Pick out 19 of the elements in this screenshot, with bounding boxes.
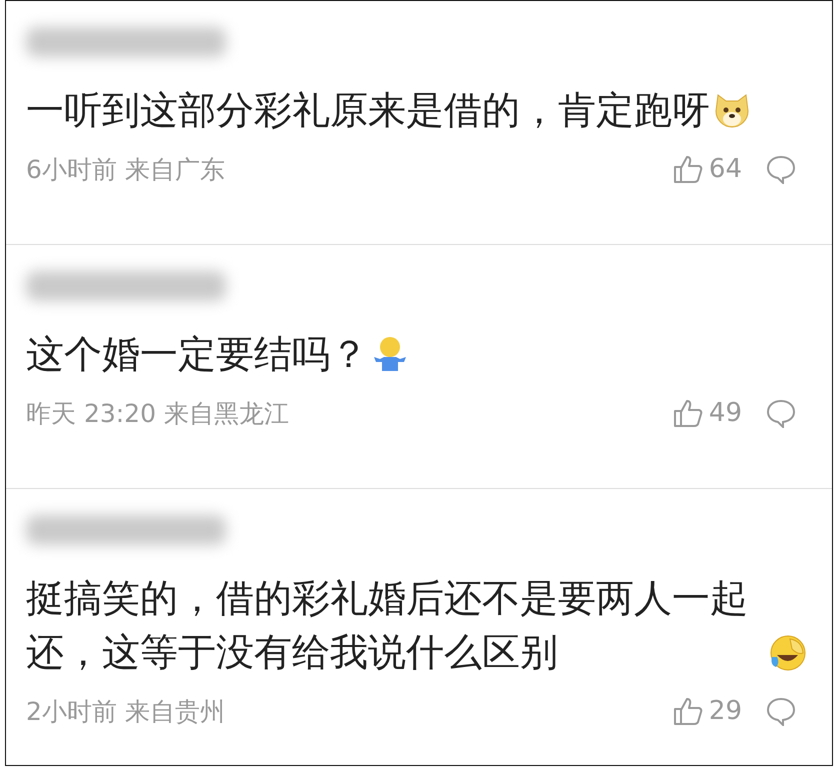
thumbs-up-icon [672,154,703,184]
comment-location: 来自黑龙江 [164,398,289,430]
like-button[interactable]: 29 [672,696,742,726]
comment-bubble-icon[interactable] [766,696,796,726]
comment-location: 来自贵州 [124,696,225,728]
comment-time: 2小时前 [26,696,117,728]
comment-text: 挺搞笑的，借的彩礼婚后还不是要两人一起还，这等于没有给我说什么区别 [26,575,749,676]
comment-time: 6小时前 [26,154,117,186]
like-button[interactable]: 49 [672,398,742,428]
laughing-face-icon [768,633,808,673]
comment-time: 昨天 23:20 [26,398,156,430]
comment-location: 来自广东 [124,154,225,186]
comment-text: 这个婚一定要结吗？ [26,331,368,378]
thumbs-up-icon [672,398,703,428]
comment-bubble-icon[interactable] [766,154,796,184]
thumbs-up-icon [672,696,703,726]
comment-text: 一听到这部分彩礼原来是借的，肯定跑呀 [26,87,710,134]
like-button[interactable]: 64 [672,154,742,184]
comment-bubble-icon[interactable] [766,398,796,428]
